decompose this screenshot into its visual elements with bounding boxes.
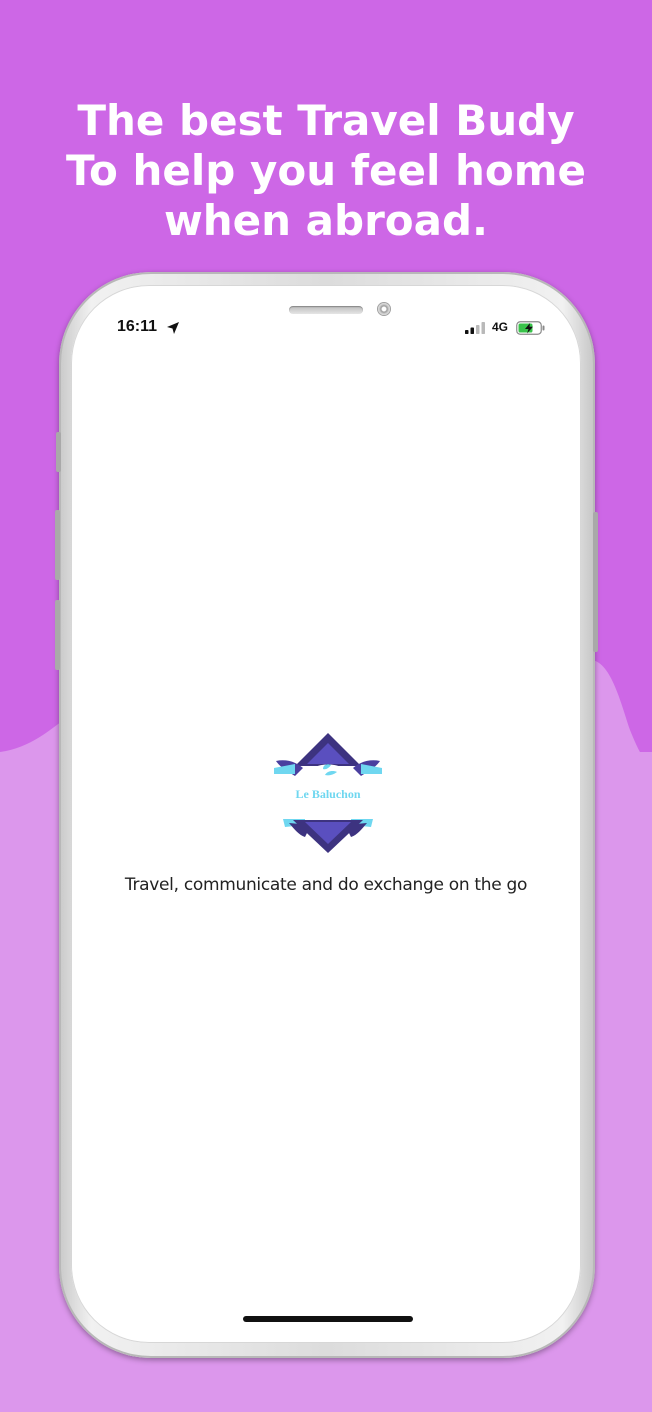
earpiece-speaker — [289, 306, 363, 314]
app-tagline: Travel, communicate and do exchange on t… — [124, 875, 528, 895]
headline-line-1: The best Travel Budy — [77, 96, 575, 145]
location-arrow-icon — [167, 322, 179, 334]
front-camera — [378, 303, 390, 315]
network-type-label: 4G — [492, 320, 509, 334]
logo-brand-name: Le Baluchon — [295, 787, 361, 801]
cellular-signal-icon — [465, 322, 485, 334]
phone-volume-up-button — [55, 510, 60, 580]
promo-headline: The best Travel Budy To help you feel ho… — [0, 96, 652, 246]
status-time: 16:11 — [117, 318, 158, 335]
battery-charging-icon — [516, 321, 545, 335]
phone-silent-switch — [56, 432, 61, 472]
phone-volume-down-button — [55, 600, 60, 670]
headline-line-2: To help you feel home — [65, 146, 587, 195]
headline-line-3: when abroad. — [163, 196, 489, 245]
home-indicator[interactable] — [243, 1316, 413, 1322]
phone-power-button — [593, 512, 598, 652]
